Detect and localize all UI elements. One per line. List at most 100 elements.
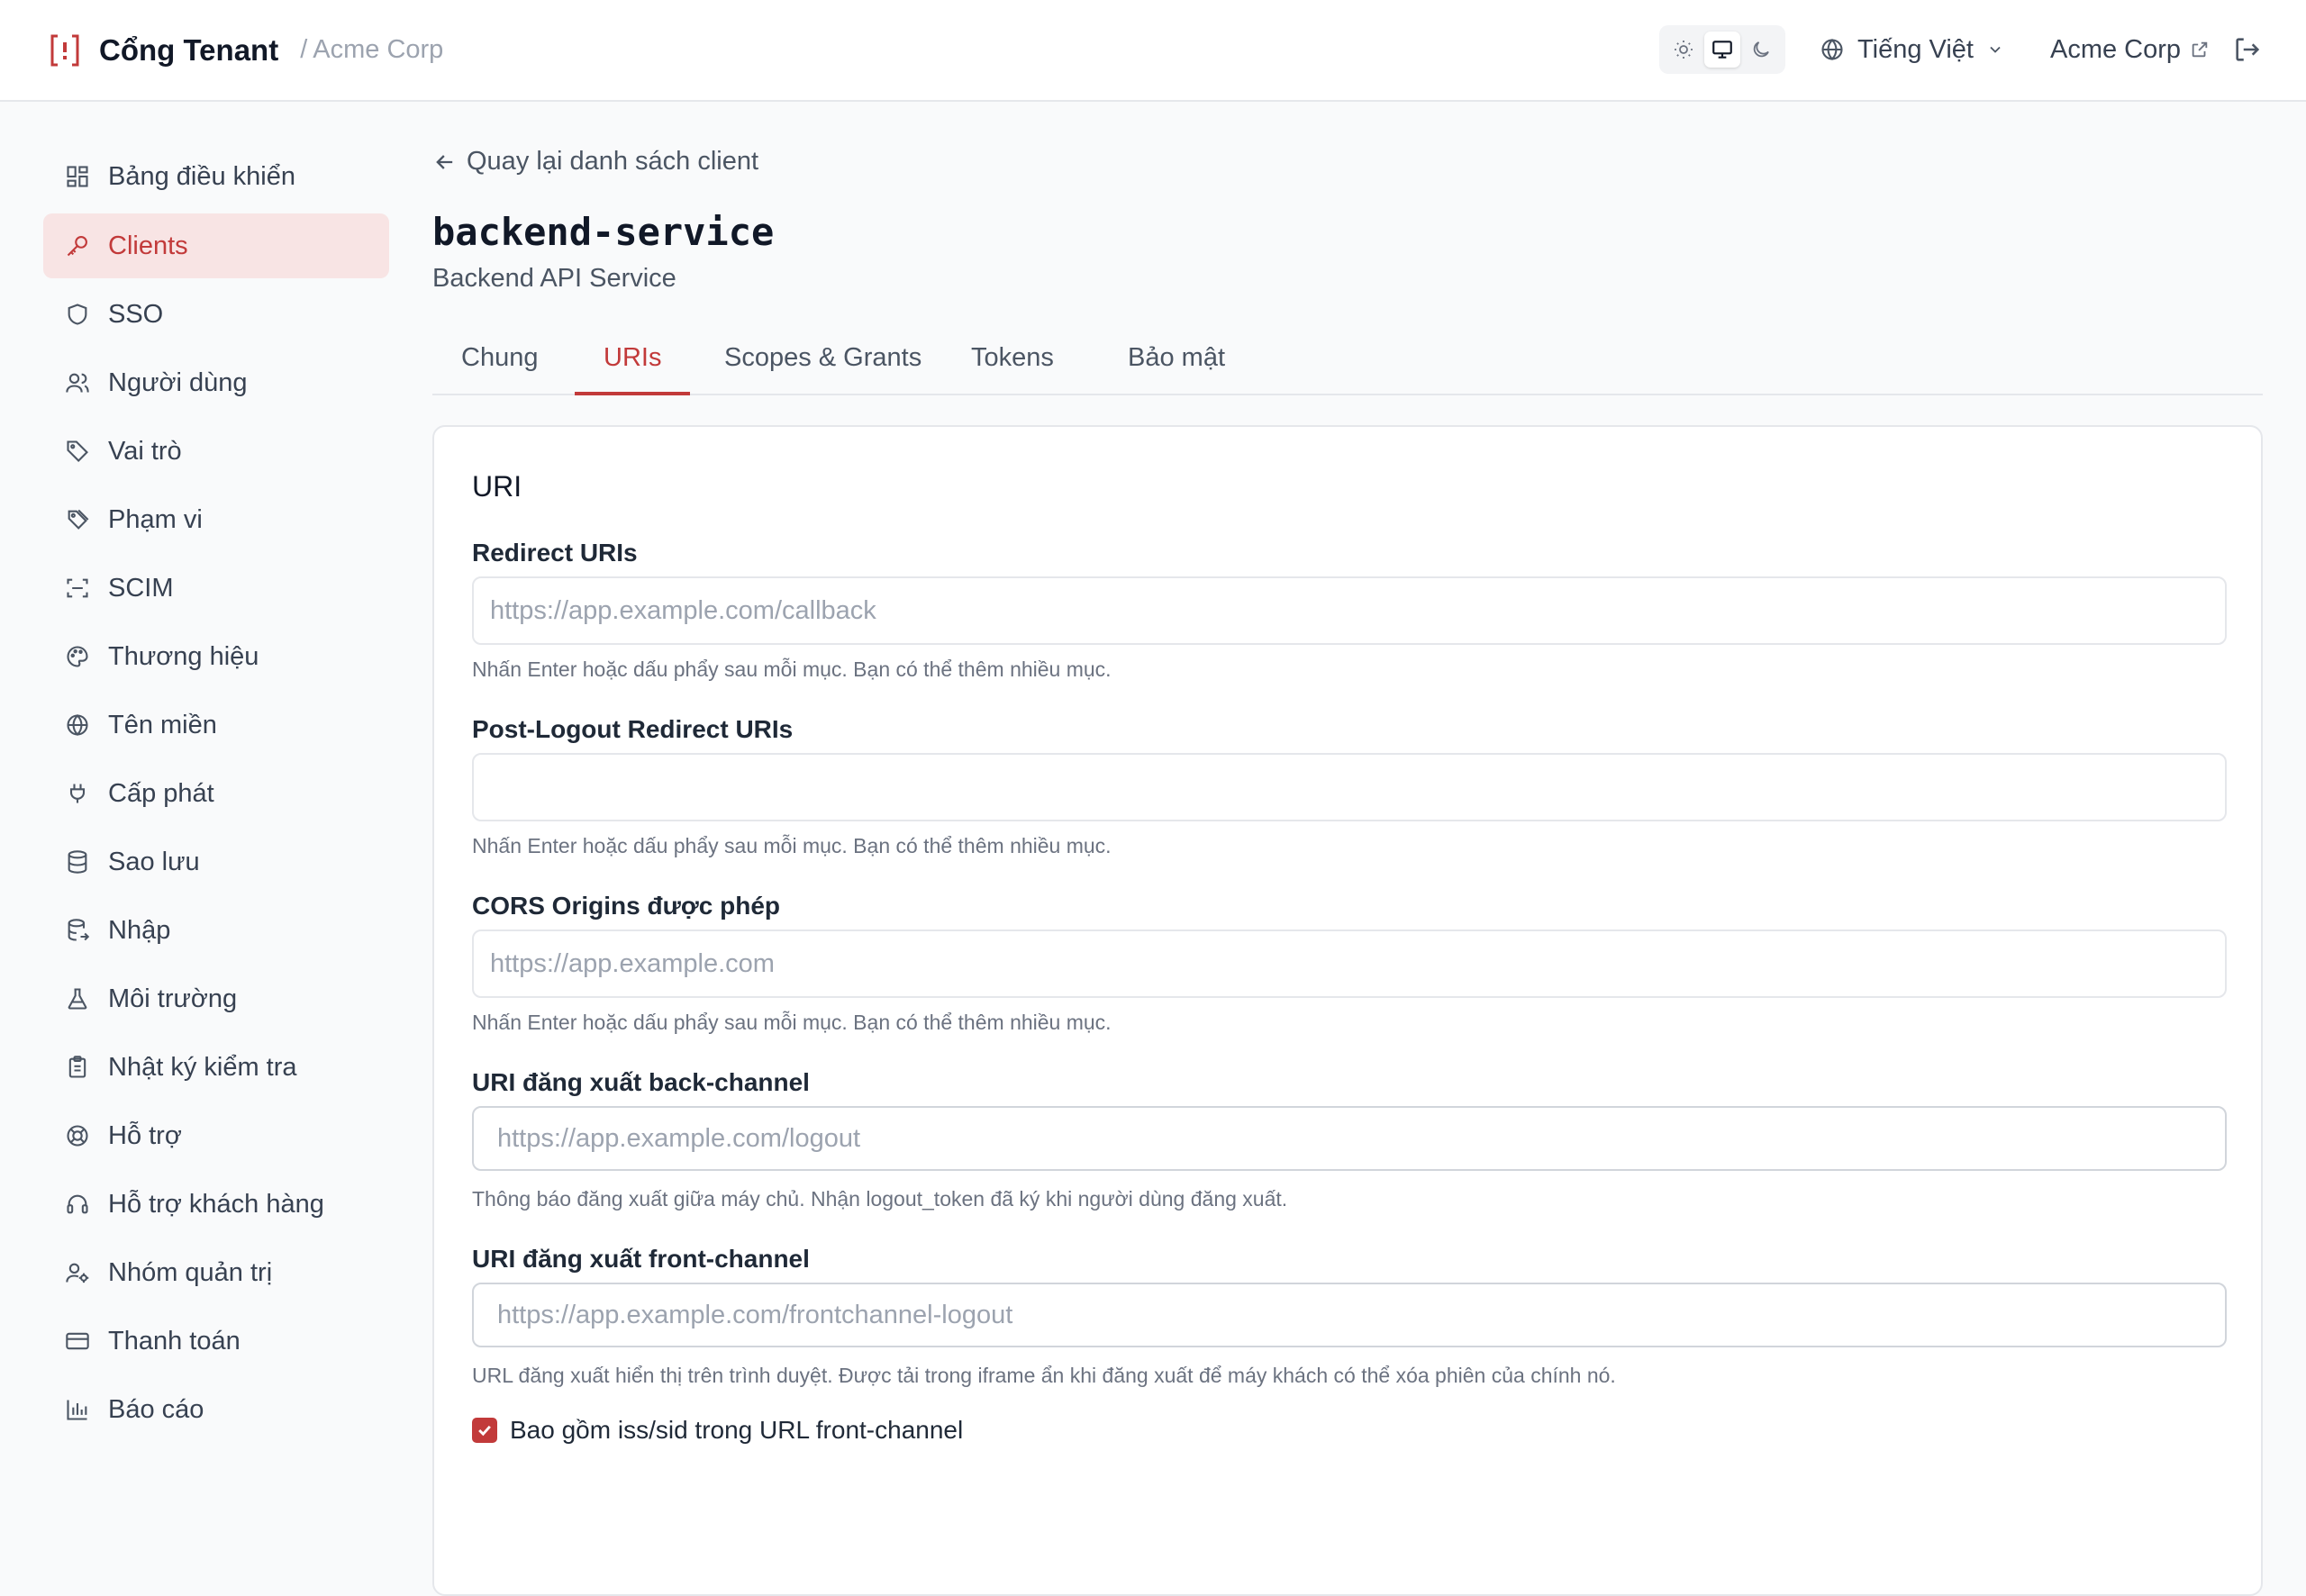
post-logout-uris-input[interactable] [472, 753, 2227, 821]
chevron-down-icon [1990, 46, 2001, 53]
logout-button[interactable] [2232, 34, 2263, 65]
sidebar-item-sso[interactable]: SSO [43, 282, 389, 347]
sidebar-item-label: Tên miền [108, 710, 217, 739]
post-logout-uris-help: Nhấn Enter hoặc dấu phẩy sau mỗi mục. Bạ… [472, 834, 1112, 857]
backchannel-logout-label: URI đăng xuất back-channel [472, 1068, 810, 1096]
sidebar-item-roles[interactable]: Vai trò [43, 419, 389, 484]
sidebar-item-import[interactable]: Nhập [43, 898, 389, 963]
globe-icon [1821, 39, 1843, 60]
redirect-uris-placeholder: https://app.example.com/callback [490, 595, 876, 625]
users-icon [63, 368, 92, 397]
check-icon [478, 1425, 491, 1437]
brand[interactable]: Cổng Tenant / Acme Corp [49, 32, 443, 68]
frontchannel-logout-help: URL đăng xuất hiển thị trên trình duyệt.… [472, 1364, 1616, 1387]
theme-dark-button[interactable] [1743, 32, 1779, 68]
scan-icon [63, 574, 92, 603]
tab-uris[interactable]: URIs [575, 332, 691, 395]
key-icon [63, 231, 92, 260]
credit-card-icon [63, 1327, 92, 1356]
sidebar-item-label: Người dùng [108, 367, 248, 397]
language-label: Tiếng Việt [1857, 34, 1974, 64]
uri-card: URI Redirect URIs https://app.example.co… [432, 425, 2263, 1596]
redirect-uris-label: Redirect URIs [472, 539, 638, 567]
lifebuoy-icon [63, 1121, 92, 1150]
include-iss-sid-label: Bao gồm iss/sid trong URL front-channel [510, 1416, 964, 1444]
backchannel-logout-input[interactable]: https://app.example.com/logout [472, 1106, 2227, 1171]
sidebar-item-reports[interactable]: Báo cáo [43, 1377, 389, 1442]
sidebar: Bảng điều khiển Clients SSO Người dùng V… [0, 104, 414, 1441]
headset-icon [63, 1190, 92, 1219]
sidebar-item-branding[interactable]: Thương hiệu [43, 624, 389, 689]
flask-icon [63, 984, 92, 1013]
brand-logo-icon [49, 32, 81, 68]
frontchannel-logout-input[interactable]: https://app.example.com/frontchannel-log… [472, 1283, 2227, 1347]
include-iss-sid-checkbox[interactable] [472, 1418, 497, 1443]
bar-chart-icon [63, 1395, 92, 1424]
tenant-link[interactable]: Acme Corp [2050, 27, 2210, 72]
redirect-uris-input[interactable]: https://app.example.com/callback [472, 576, 2227, 645]
page-title: backend-service [432, 210, 775, 254]
sidebar-item-dashboard[interactable]: Bảng điều khiển [43, 144, 389, 209]
backchannel-logout-placeholder: https://app.example.com/logout [497, 1123, 861, 1153]
sidebar-item-environments[interactable]: Môi trường [43, 966, 389, 1031]
sidebar-item-provisioning[interactable]: Cấp phát [43, 761, 389, 826]
sidebar-item-label: SCIM [108, 573, 174, 603]
sidebar-item-support[interactable]: Hỗ trợ [43, 1103, 389, 1168]
tab-bar: Chung URIs Scopes & Grants Tokens Bảo mậ… [432, 332, 2263, 395]
cors-origins-help: Nhấn Enter hoặc dấu phẩy sau mỗi mục. Bạ… [472, 1011, 1112, 1034]
sun-icon [1675, 41, 1693, 59]
cors-origins-label: CORS Origins được phép [472, 892, 780, 920]
sidebar-item-users[interactable]: Người dùng [43, 350, 389, 415]
tab-tokens[interactable]: Tokens [942, 332, 1083, 395]
frontchannel-logout-placeholder: https://app.example.com/frontchannel-log… [497, 1300, 1013, 1329]
sidebar-item-label: Báo cáo [108, 1394, 204, 1424]
palette-icon [63, 642, 92, 671]
back-link-label: Quay lại danh sách client [467, 147, 759, 176]
post-logout-uris-label: Post-Logout Redirect URIs [472, 715, 794, 743]
sidebar-item-label: Nhật ký kiểm tra [108, 1052, 297, 1082]
sidebar-item-label: Vai trò [108, 436, 182, 466]
back-link[interactable]: Quay lại danh sách client [432, 147, 758, 177]
monitor-icon [1712, 41, 1732, 59]
sidebar-item-clients[interactable]: Clients [43, 213, 389, 278]
backchannel-logout-help: Thông báo đăng xuất giữa máy chủ. Nhận l… [472, 1187, 1288, 1211]
cors-origins-input[interactable]: https://app.example.com [472, 929, 2227, 998]
sidebar-item-scim[interactable]: SCIM [43, 556, 389, 621]
tab-security[interactable]: Bảo mật [1099, 332, 1254, 395]
sidebar-item-label: Phạm vi [108, 504, 203, 534]
theme-toggle [1659, 25, 1785, 74]
redirect-uris-help: Nhấn Enter hoặc dấu phẩy sau mỗi mục. Bạ… [472, 657, 1112, 681]
sidebar-item-domains[interactable]: Tên miền [43, 693, 389, 757]
tenant-link-label: Acme Corp [2050, 34, 2182, 64]
frontchannel-logout-label: URI đăng xuất front-channel [472, 1245, 810, 1273]
arrow-left-icon [436, 154, 453, 169]
sidebar-item-label: Hỗ trợ [108, 1120, 182, 1150]
sidebar-item-label: Clients [108, 231, 188, 260]
page-subtitle: Backend API Service [432, 264, 676, 293]
breadcrumb-tenant: Acme Corp [313, 35, 444, 64]
clipboard-icon [63, 1053, 92, 1082]
sidebar-item-billing[interactable]: Thanh toán [43, 1309, 389, 1374]
sidebar-item-label: Thương hiệu [108, 641, 259, 671]
theme-light-button[interactable] [1666, 32, 1702, 68]
sidebar-item-customer-support[interactable]: Hỗ trợ khách hàng [43, 1172, 389, 1237]
cors-origins-placeholder: https://app.example.com [490, 948, 775, 978]
globe-icon [63, 711, 92, 739]
dashboard-icon [63, 162, 92, 191]
sidebar-item-backup[interactable]: Sao lưu [43, 830, 389, 894]
sidebar-item-label: Hỗ trợ khách hàng [108, 1189, 324, 1219]
sidebar-item-label: Thanh toán [108, 1326, 241, 1356]
external-link-icon [2192, 41, 2208, 58]
sidebar-item-scopes[interactable]: Phạm vi [43, 487, 389, 552]
sidebar-item-label: Sao lưu [108, 847, 200, 876]
breadcrumb-separator: / [300, 35, 308, 64]
sidebar-item-admin-group[interactable]: Nhóm quản trị [43, 1240, 389, 1305]
sidebar-item-label: SSO [108, 299, 164, 329]
theme-system-button[interactable] [1703, 32, 1740, 68]
card-title: URI [472, 470, 522, 503]
tab-scopes-grants[interactable]: Scopes & Grants [695, 332, 950, 395]
language-selector[interactable]: Tiếng Việt [1820, 27, 2004, 72]
tab-general[interactable]: Chung [432, 332, 567, 395]
logout-icon [2236, 38, 2260, 61]
sidebar-item-audit-log[interactable]: Nhật ký kiểm tra [43, 1035, 389, 1100]
